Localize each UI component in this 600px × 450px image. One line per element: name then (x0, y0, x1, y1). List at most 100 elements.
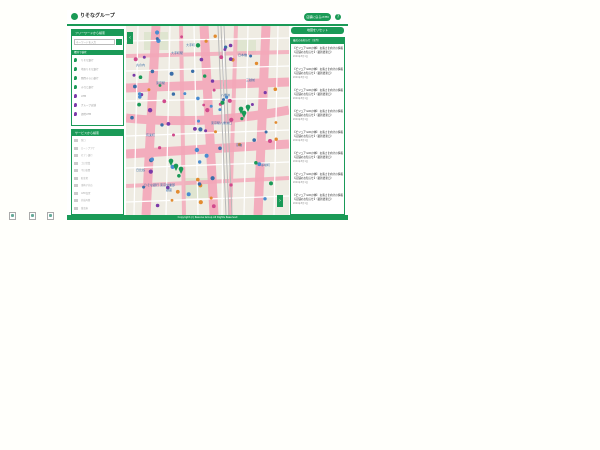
map-poi-marker[interactable] (133, 84, 137, 89)
map-poi-marker[interactable] (169, 71, 174, 76)
map-poi-marker[interactable] (197, 182, 202, 186)
map-poi-marker[interactable] (138, 75, 143, 79)
category-item[interactable]: 埼玉りそな銀行 (74, 66, 122, 74)
map-poi-marker[interactable] (252, 138, 256, 142)
map-poi-marker[interactable] (137, 92, 142, 96)
service-filter-item[interactable]: ローンプラザ (74, 146, 122, 152)
map-poi-marker[interactable] (155, 30, 160, 35)
map-poi-marker[interactable] (180, 35, 183, 39)
map-poi-marker[interactable] (209, 104, 213, 108)
map-poi-marker[interactable] (158, 146, 162, 150)
map-poi-marker[interactable] (204, 39, 208, 43)
map-poi-marker[interactable] (191, 69, 195, 73)
news-text[interactable]: 【ビジュアルIDの体】 お客さま向けの情報【店舗のお知らせ】（最新更新日） (293, 68, 343, 75)
category-item[interactable]: ATM (74, 93, 122, 101)
map-poi-marker[interactable] (268, 139, 272, 143)
map-poi-marker[interactable] (227, 98, 232, 103)
map-poi-marker[interactable] (177, 174, 181, 178)
map-poi-marker[interactable] (150, 157, 154, 162)
store-map[interactable]: 東京駅 丸の内 大手町 八重洲 日本橋 京橋 有楽町 銀座 東京駅八重洲口 日比谷 大手町駅 りそな銀… (126, 26, 289, 215)
map-poi-marker[interactable] (196, 96, 200, 101)
map-poi-marker[interactable] (155, 37, 159, 41)
map-poi-marker[interactable] (170, 198, 174, 202)
help-icon[interactable]: ? (335, 14, 341, 20)
news-item[interactable]: 【ビジュアルIDの体】 お客さま向けの情報【店舗のお知らせ】（最新更新日） 202… (293, 68, 343, 88)
news-item[interactable]: 【ビジュアルIDの体】 お客さま向けの情報【店舗のお知らせ】（最新更新日） 202… (293, 110, 343, 130)
map-poi-marker[interactable] (150, 69, 155, 74)
map-poi-marker[interactable] (274, 121, 278, 124)
service-filter-item[interactable]: 窓口 (74, 138, 122, 144)
map-poi-marker[interactable] (269, 181, 273, 186)
map-poi-marker[interactable] (220, 100, 225, 105)
reset-map-button[interactable]: 地図をリセット (291, 27, 344, 34)
map-poi-marker[interactable] (254, 61, 259, 66)
map-poi-marker[interactable] (166, 122, 171, 126)
service-filter-item[interactable]: 車椅子対応 (74, 183, 122, 189)
search-button[interactable] (116, 39, 122, 45)
service-filter-item[interactable]: 平日夜間 (74, 168, 122, 174)
map-poi-marker[interactable] (186, 192, 191, 197)
service-filter-item[interactable]: 土日営業 (74, 161, 122, 167)
map-poi-marker[interactable] (222, 98, 225, 102)
map-poi-marker[interactable] (133, 57, 138, 62)
news-item[interactable]: 【ビジュアルIDの体】 お客さま向けの情報【店舗のお知らせ】（最新更新日） 202… (293, 131, 343, 151)
service-filter-item[interactable]: セブン銀行 (74, 153, 122, 159)
service-filter-item[interactable]: 外貨両替 (74, 198, 122, 204)
map-poi-marker[interactable] (214, 130, 217, 134)
map-poi-marker[interactable] (263, 91, 267, 95)
news-text[interactable]: 【ビジュアルIDの体】 お客さま向けの情報【店舗のお知らせ】（最新更新日） (293, 89, 343, 96)
map-poi-marker[interactable] (223, 48, 227, 51)
category-item[interactable]: りそな銀行 (74, 57, 122, 65)
news-text[interactable]: 【ビジュアルIDの体】 お客さま向けの情報【店舗のお知らせ】（最新更新日） (293, 47, 343, 54)
map-poi-marker[interactable] (204, 153, 209, 158)
map-poi-marker[interactable] (202, 103, 206, 107)
map-poi-marker[interactable] (171, 92, 176, 96)
map-poi-marker[interactable] (130, 115, 134, 120)
map-poi-marker[interactable] (197, 119, 200, 123)
map-poi-marker[interactable] (198, 200, 203, 205)
news-item[interactable]: 【ビジュアルIDの体】 お客さま向けの情報【店舗のお知らせ】（最新更新日） 202… (293, 152, 343, 172)
category-item[interactable]: グループ店舗 (74, 102, 122, 110)
category-item[interactable]: 提携ATM (74, 111, 122, 119)
news-text[interactable]: 【ビジュアルIDの体】 お客さま向けの情報【店舗のお知らせ】（最新更新日） (293, 110, 343, 117)
map-poi-marker[interactable] (148, 169, 153, 174)
map-poi-marker[interactable] (263, 197, 267, 201)
map-poi-marker[interactable] (137, 102, 141, 107)
map-poi-marker[interactable] (196, 177, 200, 182)
keyword-search-input[interactable]: キーワードを入力 (74, 39, 115, 45)
map-poi-marker[interactable] (209, 196, 213, 200)
map-poi-marker[interactable] (132, 73, 136, 77)
map-poi-marker[interactable] (212, 88, 216, 92)
map-poi-marker[interactable] (250, 103, 254, 106)
header-action-button[interactable]: 店舗に戻る/ATM (304, 13, 331, 21)
map-canvas[interactable]: 東京駅 丸の内 大手町八重洲 日本橋京橋 有楽町銀座 東京駅八重洲口日比谷 大手町駅りそな銀… (126, 26, 289, 215)
news-item[interactable]: 【ビジュアルIDの体】 お客さま向けの情報【店舗のお知らせ】（最新更新日） 202… (293, 194, 343, 214)
news-text[interactable]: 【ビジュアルIDの体】 お客さま向けの情報【店舗のお知らせ】（最新更新日） (293, 152, 343, 159)
map-poi-marker[interactable] (218, 146, 222, 151)
map-poi-marker[interactable] (210, 176, 215, 181)
map-poi-marker[interactable] (138, 95, 142, 99)
map-poi-marker[interactable] (219, 55, 224, 60)
map-poi-marker[interactable] (155, 203, 160, 208)
map-poi-marker[interactable] (228, 43, 233, 48)
service-filter-item[interactable]: AED設置 (74, 191, 122, 197)
map-poi-marker[interactable] (175, 189, 180, 194)
map-poi-marker[interactable] (229, 183, 233, 187)
news-item[interactable]: 【ビジュアルIDの体】 お客さま向けの情報【店舗のお知らせ】（最新更新日） 202… (293, 47, 343, 67)
map-poi-marker[interactable] (211, 204, 216, 209)
map-poi-marker[interactable] (160, 123, 164, 127)
map-poi-marker[interactable] (199, 57, 204, 62)
map-poi-marker[interactable] (194, 147, 200, 153)
category-item[interactable]: みなと銀行 (74, 84, 122, 92)
map-poi-marker[interactable] (203, 74, 207, 78)
service-filter-item[interactable]: 駐車場 (74, 176, 122, 182)
map-poi-marker[interactable] (273, 87, 278, 91)
map-poi-marker[interactable] (183, 92, 187, 96)
map-poi-marker[interactable] (204, 129, 208, 133)
collapse-left-panel-button[interactable]: ‹ (127, 32, 133, 44)
map-poi-marker[interactable] (249, 54, 253, 58)
map-poi-marker[interactable] (162, 99, 167, 104)
service-filter-item[interactable]: 貸金庫 (74, 206, 122, 212)
news-item[interactable]: 【ビジュアルIDの体】 お客さま向けの情報【店舗のお知らせ】（最新更新日） 202… (293, 173, 343, 193)
category-item[interactable]: 関西みらい銀行 (74, 75, 122, 83)
